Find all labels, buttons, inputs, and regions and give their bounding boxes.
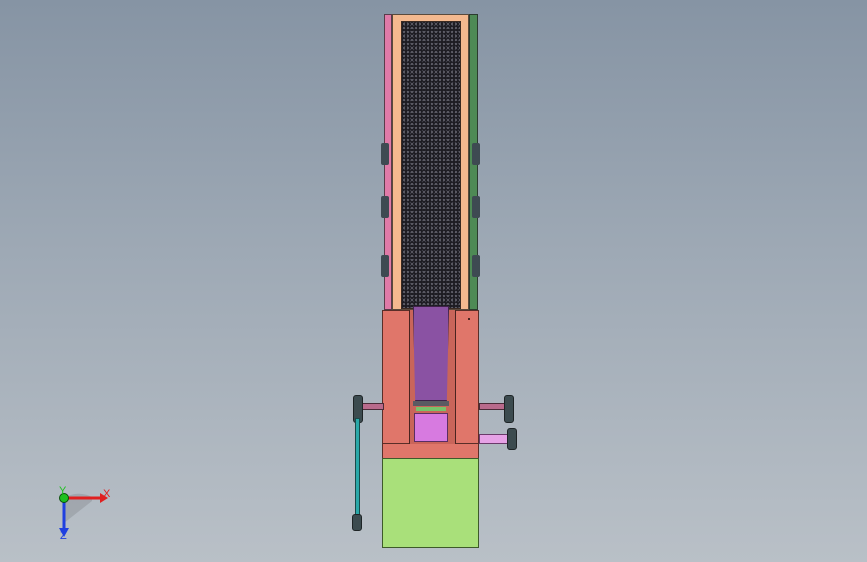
base-block-top-edge	[382, 444, 479, 458]
slot-crossbar-green	[416, 407, 446, 411]
right-rail-clamp	[472, 255, 480, 277]
base-block	[382, 458, 479, 548]
left-lower-pulley	[352, 514, 362, 531]
y-axis-label: Y	[59, 485, 67, 497]
left-rail-clamp	[381, 255, 389, 277]
left-belt	[355, 418, 360, 518]
left-rail-clamp	[381, 196, 389, 218]
right-rail-clamp	[472, 196, 480, 218]
housing-marker	[468, 318, 470, 320]
z-axis-label: Z	[60, 530, 67, 542]
x-axis-label: X	[103, 488, 111, 500]
slot-crossbar	[413, 401, 449, 406]
right-pulley	[504, 395, 514, 423]
right-lower-shaft	[479, 434, 509, 444]
left-shaft	[360, 403, 384, 410]
lower-insert	[414, 413, 448, 442]
right-lower-pulley	[507, 428, 517, 450]
left-rail-clamp	[381, 143, 389, 165]
slot-insert	[413, 306, 449, 401]
graphics-viewport[interactable]: X Y Z	[0, 0, 867, 562]
column-mesh	[401, 21, 461, 309]
right-shaft	[479, 403, 507, 410]
right-rail-clamp	[472, 143, 480, 165]
